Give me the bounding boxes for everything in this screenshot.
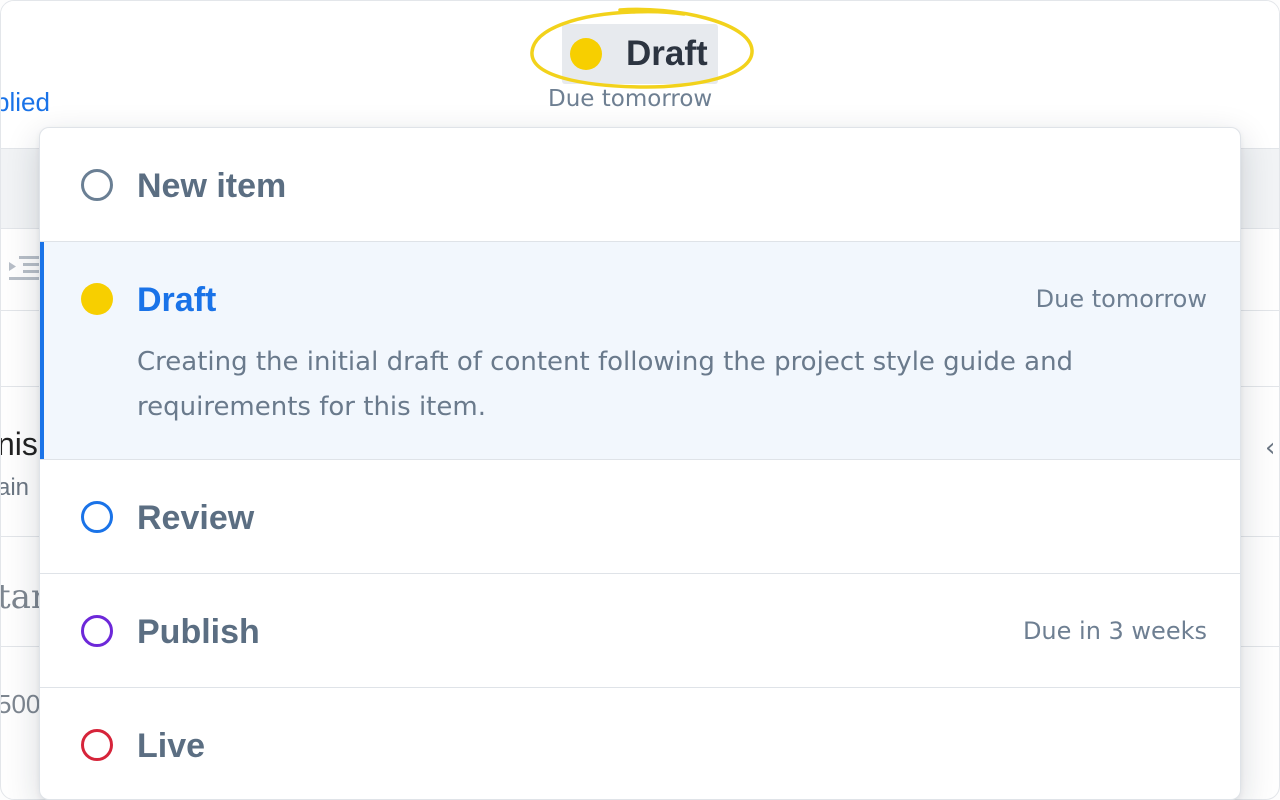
status-dropdown-trigger[interactable]: Draft — [562, 24, 718, 84]
status-option-draft[interactable]: Draft Due tomorrow Creating the initial … — [40, 242, 1240, 460]
status-option-due: Due tomorrow — [1035, 285, 1207, 313]
indent-icon[interactable] — [7, 254, 41, 282]
circle-outline-icon — [81, 501, 113, 533]
background-number-fragment: 500 — [0, 689, 41, 719]
status-option-label: Live — [137, 727, 206, 765]
circle-outline-icon — [81, 615, 113, 647]
status-dropdown-menu: New item Draft Due tomorrow Creating the… — [39, 127, 1241, 800]
status-option-review[interactable]: Review — [40, 460, 1240, 574]
circle-outline-icon — [81, 169, 113, 201]
status-option-description: Creating the initial draft of content fo… — [137, 347, 1074, 422]
applied-link-fragment[interactable]: plied — [1, 87, 50, 118]
status-trigger-label: Draft — [626, 34, 708, 73]
circle-outline-icon — [81, 729, 113, 761]
background-subtitle-fragment: ain — [0, 474, 30, 501]
status-option-new-item[interactable]: New item — [40, 128, 1240, 242]
background-title-fragment: nis — [0, 426, 38, 462]
status-dot-icon — [570, 38, 602, 70]
status-option-live[interactable]: Live — [40, 688, 1240, 799]
status-option-label: Draft — [137, 281, 217, 319]
chevron-left-icon[interactable]: ‹ — [1265, 433, 1275, 463]
circle-filled-icon — [81, 283, 113, 315]
status-option-label: Publish — [137, 613, 260, 651]
status-trigger-due: Due tomorrow — [548, 86, 713, 112]
status-option-publish[interactable]: Publish Due in 3 weeks — [40, 574, 1240, 688]
status-option-label: New item — [137, 167, 287, 205]
status-option-label: Review — [137, 499, 255, 537]
status-option-due: Due in 3 weeks — [1022, 617, 1207, 645]
